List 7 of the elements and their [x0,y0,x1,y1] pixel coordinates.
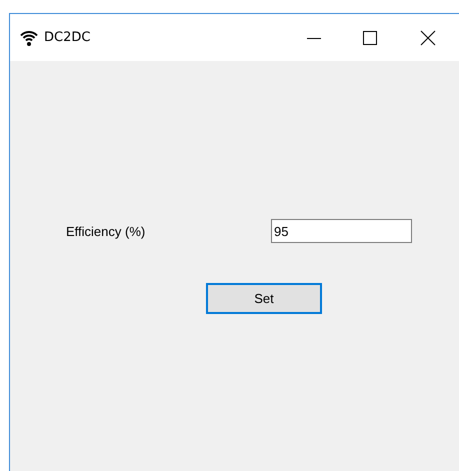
wifi-icon [20,28,38,46]
close-icon[interactable] [420,30,436,46]
set-button[interactable]: Set [206,283,322,314]
efficiency-field[interactable]: 95 [271,219,412,243]
maximize-icon[interactable] [362,30,378,46]
field-label: Efficiency (%) [66,224,146,238]
window-title: DC2DC [44,30,90,45]
